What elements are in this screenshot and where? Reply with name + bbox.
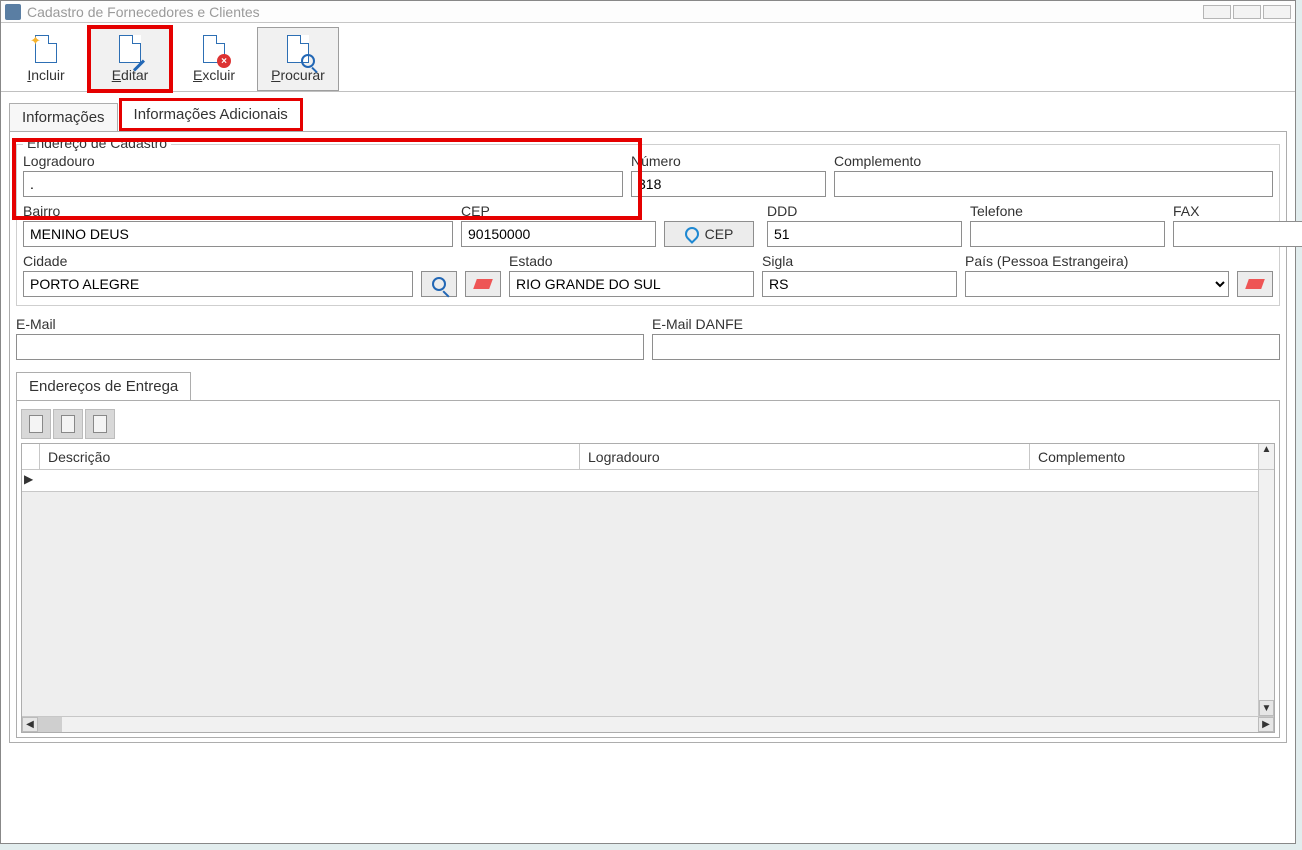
fax-input[interactable] [1173,221,1302,247]
complemento-label: Complemento [834,153,1273,169]
document-search-icon [284,35,312,65]
telefone-label: Telefone [970,203,1165,219]
app-window: Cadastro de Fornecedores e Clientes ✦ In… [0,0,1296,844]
grid-row-selector-header [22,444,40,469]
entrega-add-button[interactable] [21,409,51,439]
document-edit-icon [61,415,75,433]
cidade-search-button[interactable] [421,271,457,297]
col-logradouro[interactable]: Logradouro [580,444,1030,469]
complemento-input[interactable] [834,171,1273,197]
scroll-right-button[interactable]: ▶ [1258,717,1274,732]
numero-input[interactable] [631,171,826,197]
col-descricao[interactable]: Descrição [40,444,580,469]
ddd-input[interactable] [767,221,962,247]
window-controls [1203,5,1291,19]
cep-label: CEP [461,203,656,219]
entrega-delete-button[interactable] [85,409,115,439]
app-icon [5,4,21,20]
maximize-button[interactable] [1233,5,1261,19]
logradouro-input[interactable] [23,171,623,197]
email-danfe-label: E-Mail DANFE [652,316,1280,332]
excluir-button[interactable]: × Excluir [173,27,255,91]
incluir-label: ncluir [31,67,64,83]
pais-clear-button[interactable] [1237,271,1273,297]
vertical-scrollbar[interactable]: ▼ [1258,470,1274,716]
tab-enderecos-entrega[interactable]: Endereços de Entrega [16,372,191,400]
logradouro-label: Logradouro [23,153,623,169]
email-input[interactable] [16,334,644,360]
window-title: Cadastro de Fornecedores e Clientes [27,4,260,20]
group-legend: Endereço de Cadastro [23,135,171,151]
cidade-input[interactable] [23,271,413,297]
eraser-icon [473,279,493,289]
document-new-icon: ✦ [32,35,60,65]
fax-label: FAX [1173,203,1302,219]
ddd-label: DDD [767,203,962,219]
pais-select[interactable] [965,271,1229,297]
estado-label: Estado [509,253,754,269]
search-icon [432,277,446,291]
estado-input [509,271,754,297]
tab-informacoes-adicionais[interactable]: Informações Adicionais [119,98,303,131]
sigla-label: Sigla [762,253,957,269]
entrega-edit-button[interactable] [53,409,83,439]
map-pin-icon [682,224,702,244]
bairro-label: Bairro [23,203,453,219]
grid-empty-row[interactable] [22,470,1258,492]
tabs: Informações Informações Adicionais [1,94,1295,131]
close-button[interactable] [1263,5,1291,19]
scroll-up-button[interactable]: ▲ [1258,444,1274,469]
cep-button-label: CEP [705,226,734,242]
editar-button[interactable]: Editar [89,27,171,91]
numero-label: Número [631,153,826,169]
excluir-label: xcluir [202,67,235,83]
scroll-left-button[interactable]: ◀ [22,717,38,732]
col-complemento[interactable]: Complemento [1030,444,1258,469]
cidade-label: Cidade [23,253,413,269]
entrega-grid: Descrição Logradouro Complemento ▲ ▶ ▼ ◀ [21,443,1275,733]
eraser-icon [1245,279,1265,289]
bairro-input[interactable] [23,221,453,247]
scroll-thumb[interactable] [38,717,62,732]
sigla-input [762,271,957,297]
cidade-clear-button[interactable] [465,271,501,297]
document-icon [29,415,43,433]
document-edit-icon [116,35,144,65]
email-label: E-Mail [16,316,644,332]
tab-informacoes[interactable]: Informações [9,103,118,131]
grid-body[interactable]: ▶ ▼ [22,470,1274,716]
procurar-label: rocurar [280,67,324,83]
document-delete-icon: × [200,35,228,65]
tab-panel-adicionais: Endereço de Cadastro Logradouro Número C… [9,131,1287,743]
grid-header: Descrição Logradouro Complemento ▲ [22,444,1274,470]
minimize-button[interactable] [1203,5,1231,19]
incluir-button[interactable]: ✦ Incluir [5,27,87,91]
email-danfe-input[interactable] [652,334,1280,360]
horizontal-scrollbar[interactable]: ◀ ▶ [22,716,1274,732]
document-delete-icon [93,415,107,433]
scroll-down-button[interactable]: ▼ [1259,700,1274,716]
telefone-input[interactable] [970,221,1165,247]
procurar-button[interactable]: Procurar [257,27,339,91]
pais-label: País (Pessoa Estrangeira) [965,253,1229,269]
row-pointer-icon: ▶ [24,472,33,486]
entrega-toolbar [21,405,1275,443]
main-toolbar: ✦ Incluir Editar × Excluir Procurar [1,23,1295,92]
titlebar: Cadastro de Fornecedores e Clientes [1,1,1295,23]
cep-input[interactable] [461,221,656,247]
group-endereco-cadastro: Endereço de Cadastro Logradouro Número C… [16,144,1280,306]
cep-lookup-button[interactable]: CEP [664,221,754,247]
